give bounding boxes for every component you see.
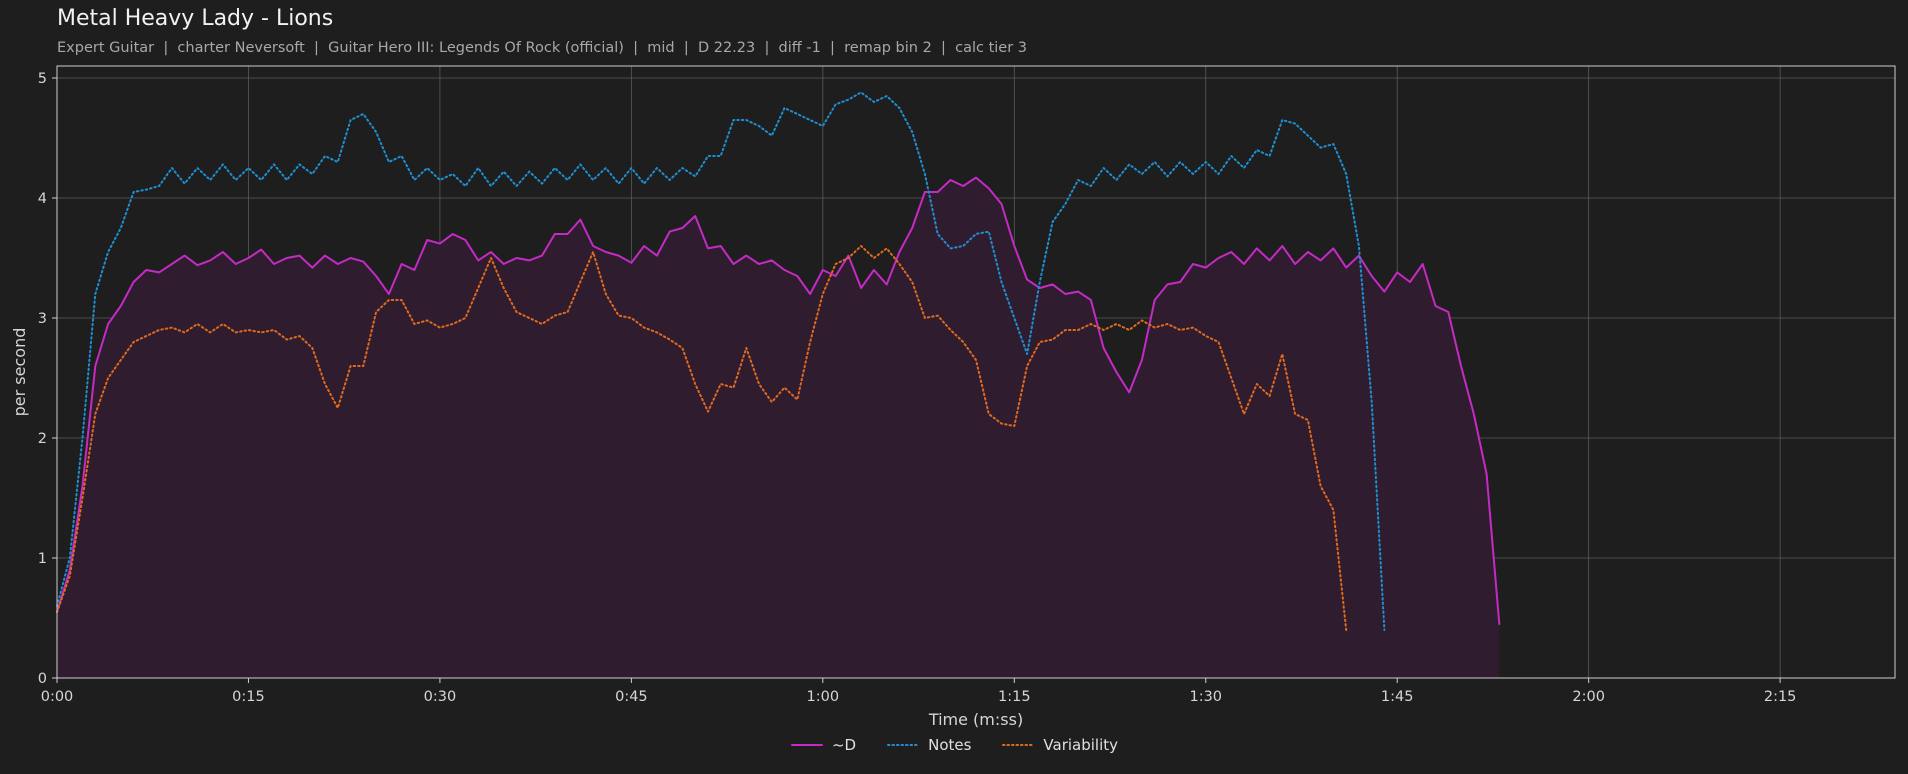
legend-swatch [790,744,823,746]
x-tick-label: 0:30 [424,689,457,705]
legend-swatch [887,744,920,746]
x-tick-label: 2:15 [1764,689,1797,705]
y-tick-label: 0 [38,671,47,687]
y-tick-label: 4 [38,191,47,207]
legend-label: ~D [831,736,857,754]
x-tick-label: 1:45 [1381,689,1414,705]
legend-label: Variability [1043,736,1119,754]
x-tick-label: 0:00 [41,689,74,705]
x-tick-label: 0:15 [232,689,265,705]
y-tick-label: 3 [38,311,47,327]
legend-swatch [1002,744,1035,746]
y-tick-label: 2 [38,431,47,447]
x-tick-label: 1:15 [998,689,1031,705]
y-axis-label: per second [10,328,29,417]
x-tick-label: 1:30 [1189,689,1222,705]
legend-item: Notes [886,736,971,754]
legend-item: ~D [790,736,856,754]
x-axis-label: Time (m:ss) [928,710,1023,729]
legend: ~D Notes Variability [0,736,1908,754]
legend-label: Notes [928,736,972,754]
x-tick-label: 0:45 [615,689,648,705]
x-tick-label: 2:00 [1572,689,1605,705]
x-tick-label: 1:00 [807,689,840,705]
y-tick-label: 5 [38,71,47,87]
line-chart: 0:00 0:15 0:30 0:45 1:00 1:15 1:30 1:45 2:00 2:15… [10,65,1896,729]
y-tick-label: 1 [38,551,47,567]
legend-item: Variability [1001,736,1118,754]
